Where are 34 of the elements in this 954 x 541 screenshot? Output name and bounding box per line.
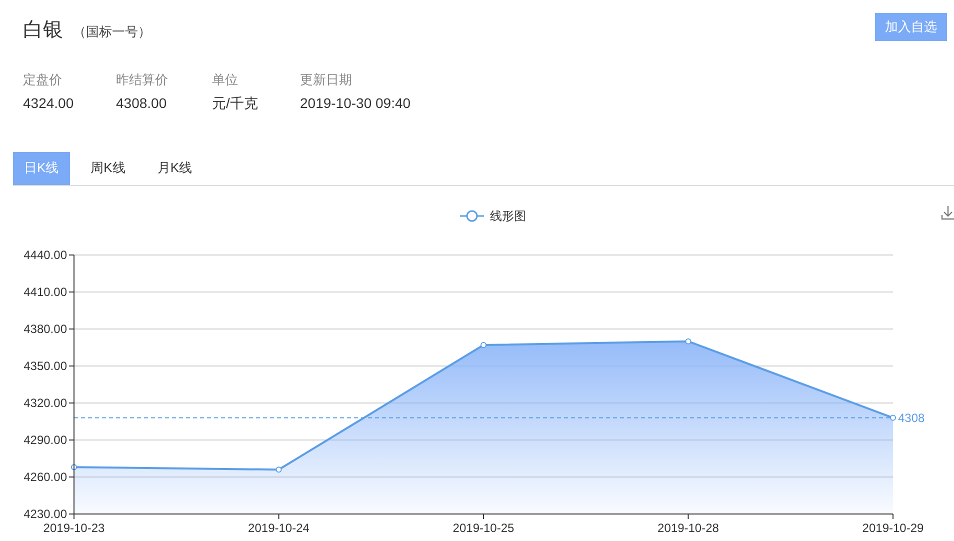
axis-label: 2019-10-25 (452, 521, 514, 535)
info-value: 4324.00 (23, 95, 75, 111)
axis-label: 4290.00 (24, 433, 67, 447)
axis-label: 2019-10-28 (658, 521, 719, 535)
data-point (685, 338, 692, 344)
chart-tab[interactable]: 周K线 (80, 152, 136, 185)
axis-label: 4260.00 (24, 470, 67, 484)
download-icon[interactable] (941, 205, 954, 220)
data-point (276, 466, 282, 473)
axis-label: 4410.00 (24, 285, 67, 299)
data-point (71, 464, 77, 470)
legend-item[interactable]: 线形图 (460, 209, 526, 223)
info-value: 元/千克 (212, 95, 259, 113)
axis-label: 2019-10-23 (43, 521, 105, 535)
info-label: 昨结算价 (116, 71, 169, 89)
legend-label: 线形图 (490, 209, 526, 223)
info-value: 2019-10-30 09:40 (300, 95, 411, 111)
axis-label: 4230.00 (24, 507, 67, 521)
info-label: 更新日期 (300, 71, 353, 89)
data-point (480, 342, 486, 348)
axis-label: 4380.00 (24, 322, 67, 336)
data-point (890, 414, 896, 421)
axis-label: 2019-10-29 (862, 521, 924, 535)
reference-label: 4308 (898, 410, 925, 425)
info-value: 4308.00 (116, 95, 168, 111)
axis-label: 4350.00 (24, 359, 67, 373)
page-title: 白银 (23, 18, 63, 43)
info-label: 定盘价 (23, 71, 63, 89)
axis-label: 4320.00 (24, 396, 67, 410)
page-subtitle: （国标一号） (73, 23, 151, 41)
info-label: 单位 (212, 71, 239, 89)
axis-label: 4440.00 (24, 248, 67, 262)
chart-tab[interactable]: 月K线 (146, 152, 204, 185)
axis-label: 2019-10-24 (248, 521, 310, 535)
